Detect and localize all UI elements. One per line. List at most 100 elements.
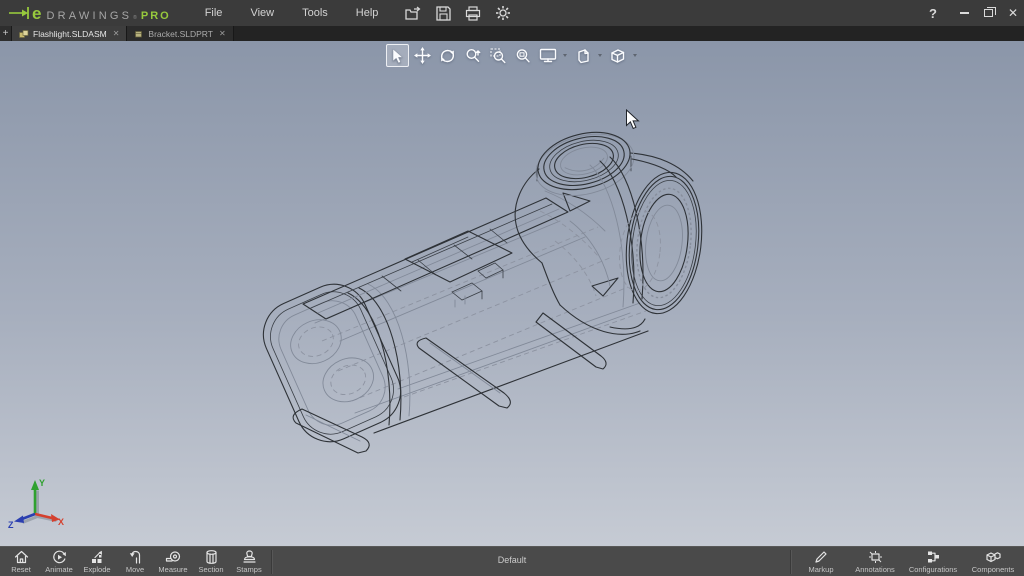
markup-button[interactable]: Markup [794,547,848,576]
tool-label: Components [972,565,1015,574]
reset-button[interactable]: Reset [2,547,40,576]
animate-button[interactable]: Animate [40,547,78,576]
tool-label: Section [198,565,223,574]
menu-help[interactable]: Help [342,2,393,24]
stamp-icon [242,550,257,564]
configuration-label: Default [498,555,527,565]
minimize-button[interactable] [960,12,969,14]
bottom-tools-right: Markup Annotations [787,547,1022,576]
model-viewport[interactable]: Y X Z [0,41,1024,546]
components-button[interactable]: Components [964,547,1022,576]
close-button[interactable]: ✕ [1008,7,1018,19]
print-button[interactable] [464,4,482,22]
explode-button[interactable]: Explode [78,547,116,576]
edrawings-window: e DRAWINGS ® PRO File View Tools Help [0,0,1024,576]
file-toolbar [404,4,512,22]
view-orientation-button[interactable] [606,44,629,67]
tool-label: Markup [808,565,833,574]
configurations-button[interactable]: Configurations [902,547,964,576]
section-button[interactable]: Section [192,547,230,576]
tab-label: Flashlight.SLDASM [33,29,107,39]
open-button[interactable] [404,4,422,22]
cube-icon [609,48,626,64]
menu-file[interactable]: File [191,2,237,24]
measure-button[interactable]: Measure [154,547,192,576]
measure-icon [165,550,181,564]
select-tool-button[interactable] [386,44,409,67]
axis-z-label: Z [8,520,14,530]
menu-view[interactable]: View [236,2,288,24]
view-toolbar [386,44,639,67]
section-icon [204,550,219,564]
print-icon [465,6,481,21]
menu-tools[interactable]: Tools [288,2,342,24]
pages-icon [575,48,591,64]
pan-icon [414,47,431,64]
new-tab-button[interactable]: + [0,26,12,41]
tab-label: Bracket.SLDPRT [148,29,213,39]
explode-icon [90,550,105,564]
help-button[interactable]: ? [929,6,937,21]
tool-label: Configurations [909,565,957,574]
gear-icon [495,5,511,21]
bottom-tools-left: Reset Animate Explode [0,547,275,576]
tab-flashlight-sldasm[interactable]: Flashlight.SLDASM ✕ [12,26,127,41]
zoom-fit-icon [515,48,531,64]
tab-bracket-sldprt[interactable]: Bracket.SLDPRT ✕ [127,26,233,41]
rotate-icon [439,48,456,64]
animate-icon [52,550,67,564]
home-icon [14,550,29,564]
zoom-area-icon [490,48,506,64]
view-orientation-dropdown[interactable] [631,44,639,67]
configurations-icon [926,550,941,564]
window-controls: ? ✕ [929,0,1018,26]
tool-label: Measure [158,565,187,574]
save-button[interactable] [434,4,452,22]
menu-bar: File View Tools Help [191,2,393,24]
annotations-icon [868,550,883,564]
model-wireframe-flashlight [0,41,1024,546]
rotate-tool-button[interactable] [436,44,459,67]
options-button[interactable] [494,4,512,22]
components-icon [985,550,1001,564]
orientation-triad: Y X Z [8,476,66,530]
logo-brand: DRAWINGS [46,10,132,22]
logo-trademark: ® [133,15,137,21]
mouse-cursor [625,109,640,130]
zoom-tool-button[interactable] [461,44,484,67]
toolbar-separator [271,550,272,574]
part-icon [134,30,144,38]
fullscreen-tool-button[interactable] [536,44,559,67]
zoom-area-tool-button[interactable] [486,44,509,67]
open-icon [405,6,422,21]
markup-views-button[interactable] [571,44,594,67]
zoom-fit-tool-button[interactable] [511,44,534,67]
logo-arrow-icon [8,7,30,19]
select-arrow-icon [391,48,405,64]
fullscreen-dropdown[interactable] [561,44,569,67]
monitor-icon [539,48,557,63]
logo-pro: PRO [141,10,171,22]
axis-x-label: X [58,517,64,527]
tab-close-icon[interactable]: ✕ [219,29,226,38]
save-icon [436,6,451,21]
stamps-button[interactable]: Stamps [230,547,268,576]
tab-close-icon[interactable]: ✕ [113,29,120,38]
tool-label: Animate [45,565,73,574]
restore-button[interactable] [984,9,993,17]
title-bar: e DRAWINGS ® PRO File View Tools Help [0,0,1024,26]
document-tab-bar: + Flashlight.SLDASM ✕ Bracket.SLDPRT ✕ [0,26,1024,41]
status-bar: Reset Animate Explode [0,546,1024,576]
axis-y-label: Y [39,478,45,488]
annotations-button[interactable]: Annotations [848,547,902,576]
tool-label: Annotations [855,565,895,574]
markup-views-dropdown[interactable] [596,44,604,67]
edrawings-logo: e DRAWINGS ® PRO [8,5,171,22]
logo-e: e [32,5,41,22]
pan-tool-button[interactable] [411,44,434,67]
tool-label: Stamps [236,565,261,574]
tool-label: Explode [83,565,110,574]
zoom-icon [465,48,481,64]
tool-label: Reset [11,565,31,574]
move-button[interactable]: Move [116,547,154,576]
